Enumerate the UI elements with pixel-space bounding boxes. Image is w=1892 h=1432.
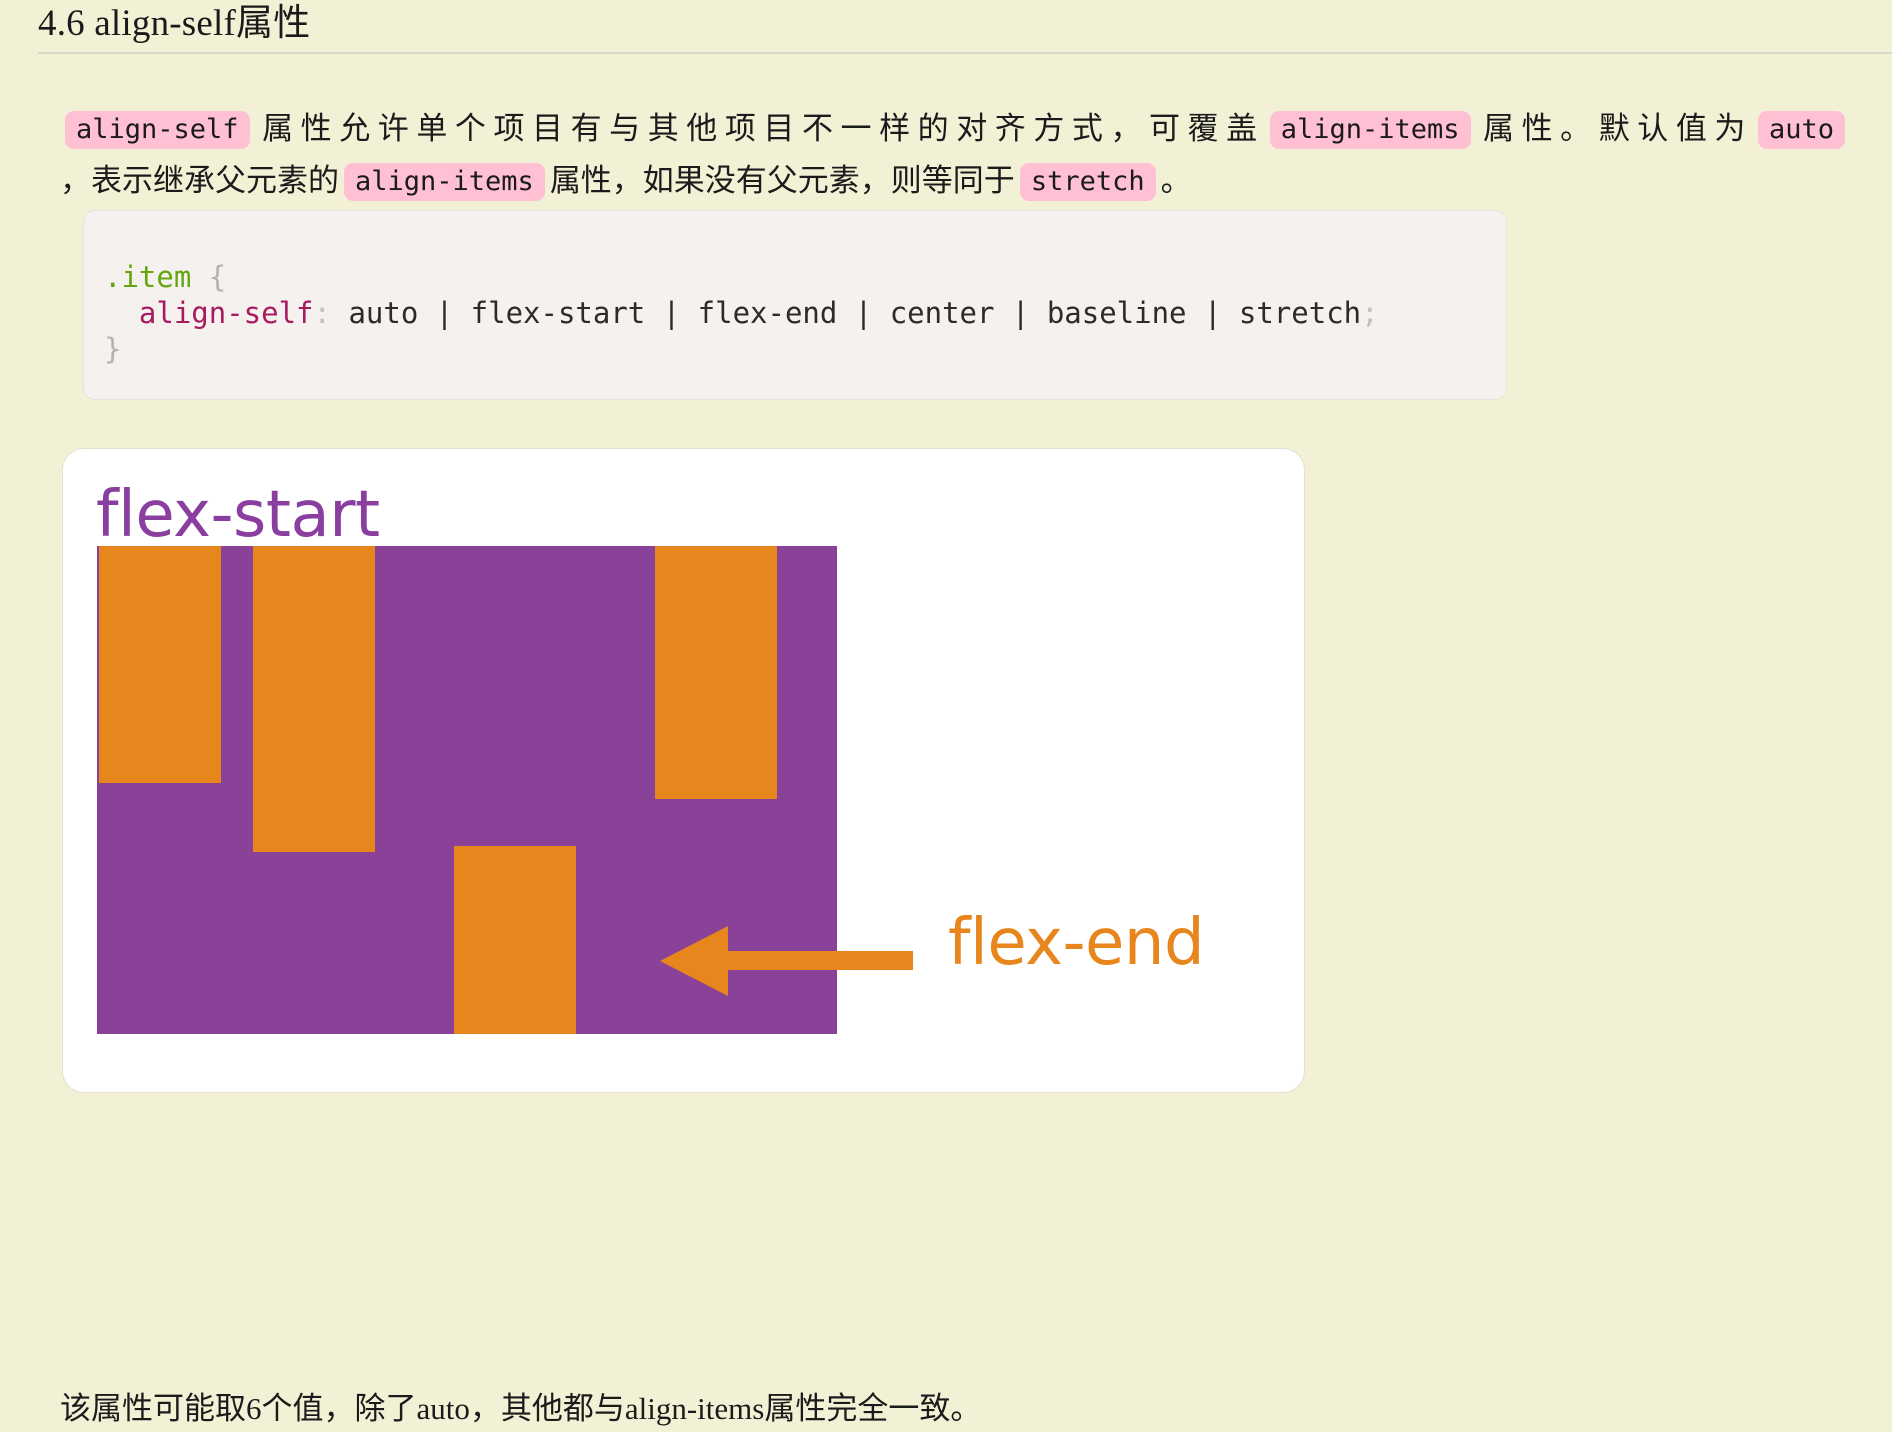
intro-text-4: 属性，如果没有父元素，则等同于 (549, 163, 1015, 198)
heading-divider (38, 52, 1892, 54)
illustration-canvas: flex-start flex-end (63, 449, 1304, 1092)
code-colon: : (313, 296, 331, 330)
item-3 (454, 846, 576, 1034)
inline-code-align-items-1: align-items (1269, 111, 1471, 149)
intro-text-5: 。 (1160, 163, 1192, 198)
inline-code-align-items-2: align-items (344, 163, 545, 201)
flex-start-label: flex-start (96, 478, 380, 552)
intro-text-1: 属性允许单个项目有与其他项目不一样的对齐方式，可覆盖 (254, 111, 1265, 146)
code-content: .item { align-self: auto | flex-start | … (104, 259, 1506, 367)
code-brace-open: { (191, 260, 227, 294)
item-2 (253, 546, 375, 852)
code-selector: .item (104, 260, 192, 294)
page-title: 4.6 align-self属性 (38, 3, 311, 44)
code-semicolon: ; (1361, 296, 1379, 330)
illustration-card: flex-start flex-end (62, 448, 1305, 1093)
inline-code-auto: auto (1757, 111, 1846, 149)
page-root: 4.6 align-self属性 align-self 属性允许单个项目有与其他项… (0, 0, 1892, 1426)
flex-end-label: flex-end (948, 906, 1205, 980)
code-value: auto | flex-start | flex-end | center | … (331, 296, 1362, 330)
inline-code-align-self: align-self (65, 111, 250, 149)
code-brace-close: } (104, 332, 122, 366)
flex-end-arrow-shaft (723, 951, 913, 970)
intro-paragraph: align-self 属性允许单个项目有与其他项目不一样的对齐方式，可覆盖 alig… (60, 103, 1850, 207)
inline-code-stretch: stretch (1019, 163, 1156, 201)
code-block: .item { align-self: auto | flex-start | … (83, 210, 1507, 400)
closing-paragraph: 该属性可能取6个值，除了auto，其他都与align-items属性完全一致。 (60, 1391, 982, 1426)
intro-text-2: 属性。默认值为 (1475, 111, 1753, 146)
code-property: align-self (138, 296, 314, 330)
flex-end-arrow-icon (660, 926, 728, 996)
item-1 (99, 546, 221, 783)
item-4 (655, 546, 777, 799)
intro-text-3: ，表示继承父元素的 (60, 163, 339, 198)
